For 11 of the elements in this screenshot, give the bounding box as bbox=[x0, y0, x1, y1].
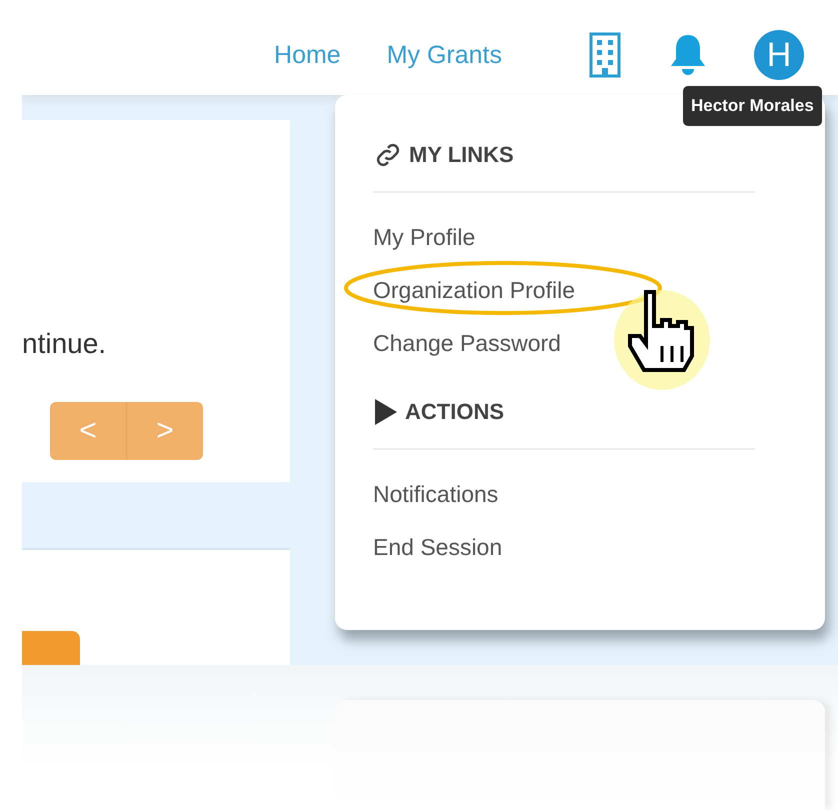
section-title: MY LINKS bbox=[409, 142, 514, 168]
user-tooltip: Hector Morales bbox=[683, 86, 822, 126]
building-icon[interactable] bbox=[588, 32, 622, 78]
menu-item[interactable]: End Session bbox=[373, 534, 502, 561]
instruction-text: ntinue. bbox=[22, 328, 108, 360]
menu-item[interactable]: My Profile bbox=[373, 224, 476, 251]
menu-item[interactable]: Change Password bbox=[373, 330, 561, 357]
play-icon bbox=[373, 397, 399, 427]
menu-item[interactable]: Notifications bbox=[373, 481, 498, 508]
bell-icon[interactable] bbox=[668, 33, 708, 77]
section-title: ACTIONS bbox=[405, 399, 504, 425]
